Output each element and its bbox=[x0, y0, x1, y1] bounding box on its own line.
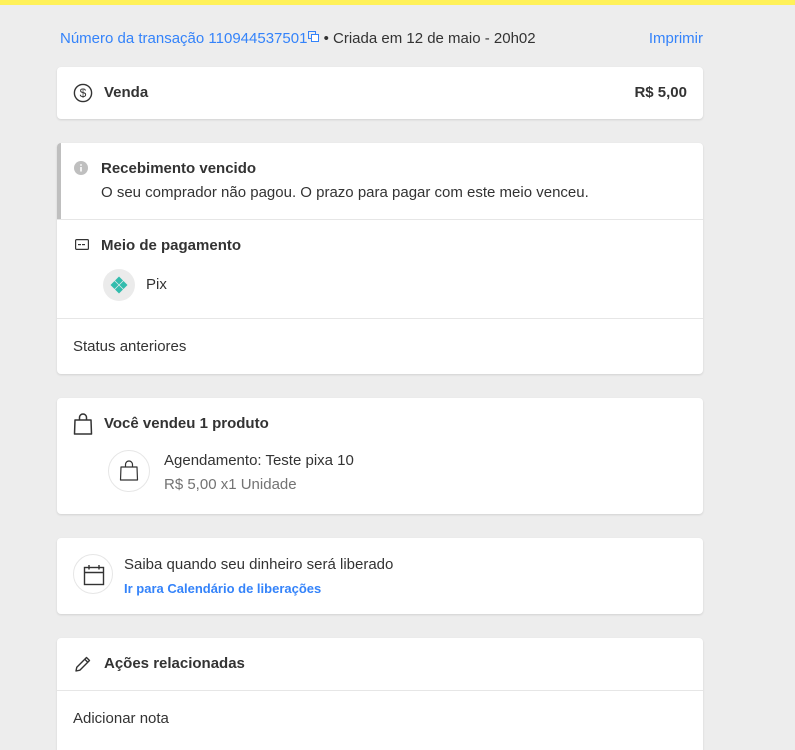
payment-method-title: Meio de pagamento bbox=[101, 237, 242, 254]
pix-logo-badge bbox=[103, 269, 135, 301]
info-icon bbox=[74, 161, 88, 175]
transaction-number-link[interactable]: Número da transação 110944537501 bbox=[60, 30, 320, 47]
status-card: Recebimento vencido O seu comprador não … bbox=[57, 143, 703, 374]
calendar-badge bbox=[73, 554, 113, 594]
product-name: Agendamento: Teste pixa 10 bbox=[164, 452, 354, 469]
shopping-bag-icon bbox=[119, 460, 139, 481]
print-link[interactable]: Imprimir bbox=[649, 30, 703, 47]
transaction-number: Número da transação 110944537501 bbox=[60, 30, 308, 47]
divider bbox=[57, 690, 703, 691]
divider bbox=[57, 318, 703, 319]
dollar-circle-icon: $ bbox=[73, 83, 93, 103]
shopping-bag-icon bbox=[73, 413, 93, 435]
svg-text:$: $ bbox=[80, 86, 87, 100]
notice-title: Recebimento vencido bbox=[101, 160, 257, 177]
product-card: Você vendeu 1 produto Agendamento: Teste… bbox=[57, 398, 703, 514]
related-actions-card: Ações relacionadas Adicionar nota bbox=[57, 638, 703, 750]
payment-method-name: Pix bbox=[146, 276, 167, 293]
divider bbox=[57, 219, 703, 220]
notice-text: O seu comprador não pagou. O prazo para … bbox=[101, 184, 589, 201]
credit-card-icon bbox=[75, 239, 89, 250]
top-brand-bar bbox=[0, 0, 795, 5]
calendar-icon bbox=[83, 565, 105, 586]
related-actions-title: Ações relacionadas bbox=[104, 655, 245, 672]
created-date: • Criada em 12 de maio - 20h02 bbox=[323, 30, 536, 47]
sale-value: R$ 5,00 bbox=[634, 84, 687, 101]
release-calendar-title: Saiba quando seu dinheiro será liberado bbox=[124, 556, 394, 573]
pix-icon bbox=[110, 276, 128, 294]
release-calendar-card: Saiba quando seu dinheiro será liberado … bbox=[57, 538, 703, 614]
notice-accent-bar bbox=[57, 143, 61, 219]
product-price: R$ 5,00 x1 Unidade bbox=[164, 476, 297, 493]
previous-status-link[interactable]: Status anteriores bbox=[73, 338, 186, 355]
sale-card: $ Venda R$ 5,00 bbox=[57, 67, 703, 119]
pencil-icon bbox=[75, 656, 91, 672]
product-thumbnail bbox=[108, 450, 150, 492]
transaction-header: Número da transação 110944537501 • Criad… bbox=[60, 30, 703, 50]
add-note-link[interactable]: Adicionar nota bbox=[73, 710, 169, 727]
product-section-title: Você vendeu 1 produto bbox=[104, 415, 269, 432]
sale-title: Venda bbox=[104, 84, 149, 101]
copy-icon[interactable] bbox=[308, 31, 320, 42]
release-calendar-link[interactable]: Ir para Calendário de liberações bbox=[124, 581, 321, 596]
